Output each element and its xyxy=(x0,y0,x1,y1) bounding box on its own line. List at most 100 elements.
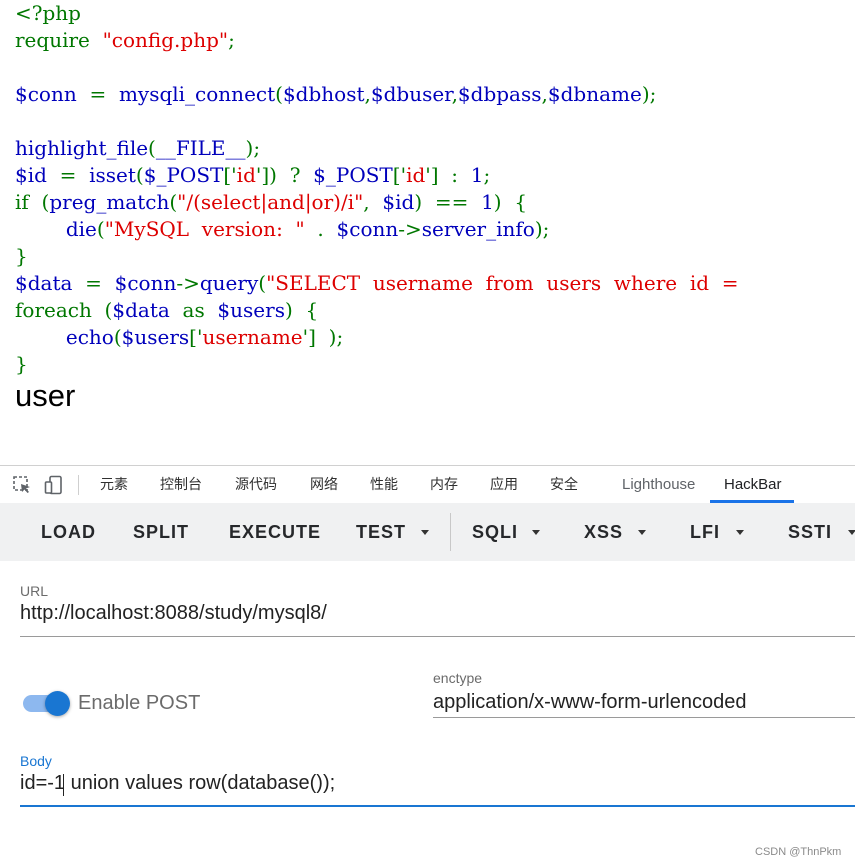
sqli-button[interactable]: SQLI xyxy=(472,503,518,561)
code-token: username xyxy=(202,325,303,349)
split-button[interactable]: SPLIT xyxy=(133,503,189,561)
tab-performance[interactable]: 性能 xyxy=(370,466,398,504)
code-line: } xyxy=(15,351,751,378)
tab-console[interactable]: 控制台 xyxy=(160,466,202,504)
device-toolbar-icon[interactable] xyxy=(44,475,64,495)
toolbar-divider xyxy=(78,475,79,495)
code-token: require xyxy=(15,28,103,52)
code-line: $data = $conn->query("SELECT username fr… xyxy=(15,270,751,297)
toggle-knob[interactable] xyxy=(45,691,70,716)
ssti-button[interactable]: SSTI xyxy=(788,503,832,561)
code-line: $id = isset($_POST['id']) ? $_POST['id']… xyxy=(15,162,751,189)
code-token: preg_match xyxy=(49,190,170,214)
code-token: id xyxy=(236,163,256,187)
lfi-button[interactable]: LFI xyxy=(690,503,720,561)
tab-lighthouse[interactable]: Lighthouse xyxy=(622,466,695,504)
code-token: -> xyxy=(176,271,200,295)
tab-application[interactable]: 应用 xyxy=(490,466,518,504)
test-button[interactable]: TEST xyxy=(356,503,406,561)
code-line: <?php xyxy=(15,0,751,27)
tab-memory[interactable]: 内存 xyxy=(430,466,458,504)
code-token: $id xyxy=(382,190,415,214)
code-token: if ( xyxy=(15,190,50,214)
tab-network[interactable]: 网络 xyxy=(310,466,338,504)
code-token: , xyxy=(363,190,383,214)
sqli-dropdown-icon[interactable] xyxy=(532,530,540,535)
test-dropdown-icon[interactable] xyxy=(421,530,429,535)
code-token: __FILE__ xyxy=(155,136,246,160)
code-token: $conn xyxy=(15,82,90,106)
code-token: = xyxy=(89,82,119,106)
load-button[interactable]: LOAD xyxy=(41,503,96,561)
xss-dropdown-icon[interactable] xyxy=(638,530,646,535)
code-token: echo xyxy=(65,325,114,349)
code-line: highlight_file(__FILE__); xyxy=(15,135,751,162)
code-token: '] : xyxy=(425,163,471,187)
code-token: 1 xyxy=(481,190,494,214)
code-token: id xyxy=(406,163,426,187)
tab-hackbar[interactable]: HackBar xyxy=(724,466,782,504)
code-line: require "config.php"; xyxy=(15,27,751,54)
url-label: URL xyxy=(20,583,49,599)
code-token: "MySQL version: " xyxy=(104,217,305,241)
code-line: } xyxy=(15,243,751,270)
code-token: ) { xyxy=(284,298,319,322)
code-token: '] ); xyxy=(302,325,344,349)
code-token: [' xyxy=(223,163,237,187)
tab-elements[interactable]: 元素 xyxy=(100,466,128,504)
xss-button[interactable]: XSS xyxy=(584,503,623,561)
toolbar-divider xyxy=(450,513,451,551)
code-token: ( xyxy=(258,271,267,295)
code-token: ; xyxy=(483,163,491,187)
body-label: Body xyxy=(20,753,52,769)
code-token: . xyxy=(304,217,337,241)
enctype-label: enctype xyxy=(433,670,483,686)
code-token: <?php xyxy=(15,1,81,25)
code-token: "SELECT username from users where id = xyxy=(266,271,752,295)
body-underline-focused xyxy=(20,805,855,807)
code-token: = xyxy=(59,163,90,187)
code-token: } xyxy=(15,352,28,376)
code-token: ) == xyxy=(414,190,482,214)
code-token: -> xyxy=(398,217,422,241)
code-token: [' xyxy=(392,163,407,187)
lfi-dropdown-icon[interactable] xyxy=(736,530,744,535)
hackbar-toolbar: LOAD SPLIT EXECUTE TEST SQLI XSS LFI SST… xyxy=(0,503,855,561)
execute-button[interactable]: EXECUTE xyxy=(229,503,321,561)
code-token: query xyxy=(199,271,259,295)
body-textarea[interactable]: id=-1 union values row(database()); xyxy=(20,772,335,795)
code-token: ( xyxy=(96,217,105,241)
code-token: $conn xyxy=(114,271,177,295)
code-line: echo($users['username'] ); xyxy=(15,324,751,351)
code-line: die("MySQL version: " . $conn->server_in… xyxy=(15,216,751,243)
code-token: 1 xyxy=(470,163,484,187)
code-token: $data xyxy=(112,298,183,322)
code-token: = xyxy=(85,271,115,295)
code-token: foreach ( xyxy=(15,298,113,322)
tab-sources[interactable]: 源代码 xyxy=(235,466,277,504)
tab-security[interactable]: 安全 xyxy=(550,466,578,504)
code-token: "/(select|and|or)/i" xyxy=(177,190,364,214)
enctype-select[interactable]: application/x-www-form-urlencoded xyxy=(433,691,746,714)
code-token: } xyxy=(15,244,28,268)
ssti-dropdown-icon[interactable] xyxy=(848,530,855,535)
code-token: server_info xyxy=(421,217,535,241)
code-token: $dbuser xyxy=(370,82,452,106)
code-token: $users xyxy=(217,298,285,322)
code-token: ( xyxy=(169,190,178,214)
code-token: isset xyxy=(89,163,136,187)
code-token: die xyxy=(65,217,97,241)
code-line: $conn = mysqli_connect($dbhost,$dbuser,$… xyxy=(15,81,751,108)
code-token: ); xyxy=(534,217,550,241)
code-token: ( xyxy=(148,136,156,160)
enable-post-label: Enable POST xyxy=(78,692,201,714)
url-input[interactable]: http://localhost:8088/study/mysql8/ xyxy=(20,602,327,625)
code-token: highlight_file xyxy=(15,136,149,160)
code-token: ; xyxy=(228,28,235,52)
inspect-element-icon[interactable] xyxy=(12,475,32,495)
php-source-code: <?php require "config.php"; $conn = mysqli… xyxy=(15,0,751,378)
code-token: $conn xyxy=(336,217,399,241)
code-token: mysqli_connect xyxy=(118,82,276,106)
code-token: as xyxy=(182,298,218,322)
